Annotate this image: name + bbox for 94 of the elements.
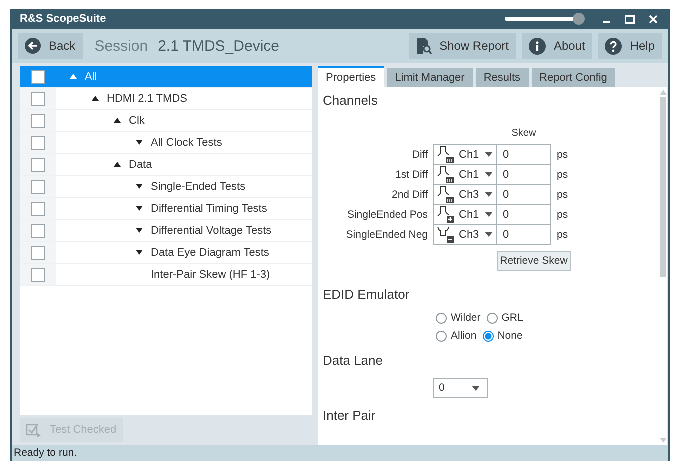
window-title: R&S ScopeSuite xyxy=(20,13,108,25)
tab[interactable]: Limit Manager xyxy=(387,68,473,87)
skew-input[interactable]: 0 xyxy=(497,144,551,165)
tree-item-label: All xyxy=(85,70,98,82)
retrieve-skew-button[interactable]: Retrieve Skew xyxy=(497,251,571,271)
checked-play-icon xyxy=(26,422,42,438)
checkbox[interactable] xyxy=(31,70,45,84)
checkbox[interactable] xyxy=(31,114,45,128)
toolbar-button[interactable]: About xyxy=(522,33,592,59)
radio-option[interactable]: GRL xyxy=(486,312,524,324)
channel-dropdown[interactable]: Ch1 xyxy=(433,164,497,185)
expand-icon[interactable] xyxy=(136,228,143,233)
signal-icon xyxy=(437,206,455,223)
collapse-icon[interactable] xyxy=(92,96,99,101)
unit-label: ps xyxy=(556,149,570,161)
tab[interactable]: Properties xyxy=(318,66,384,87)
tree-item-label: Inter-Pair Skew (HF 1-3) xyxy=(151,268,270,280)
back-button[interactable]: Back xyxy=(18,33,83,59)
tree-row[interactable]: Inter-Pair Skew (HF 1-3) xyxy=(20,264,312,286)
expand-icon[interactable] xyxy=(136,206,143,211)
dropdown-caret-icon xyxy=(485,212,493,217)
checkbox[interactable] xyxy=(31,180,45,194)
toolbar-button[interactable]: Help xyxy=(598,33,662,59)
tab[interactable]: Results xyxy=(476,68,529,87)
radio-option[interactable]: Wilder xyxy=(436,312,481,324)
checkbox[interactable] xyxy=(31,246,45,260)
data-lane-dropdown[interactable]: 0 xyxy=(433,378,488,398)
checkbox[interactable] xyxy=(31,202,45,216)
session-name: 2.1 TMDS_Device xyxy=(158,38,280,54)
maximize-icon[interactable] xyxy=(625,14,635,24)
checkbox[interactable] xyxy=(31,92,45,106)
signal-icon xyxy=(437,146,455,163)
signal-icon xyxy=(437,186,455,203)
info-icon xyxy=(528,38,546,54)
checkbox[interactable] xyxy=(31,158,45,172)
session-label: Session xyxy=(94,38,148,54)
section-title: Channels xyxy=(323,93,379,108)
tree-item-label: Differential Timing Tests xyxy=(151,202,268,214)
tree-row[interactable]: Differential Timing Tests xyxy=(20,198,312,220)
skew-input[interactable]: 0 xyxy=(497,224,551,245)
checkbox[interactable] xyxy=(31,136,45,150)
field-label: SingleEnded Pos xyxy=(346,209,429,221)
dropdown-caret-icon xyxy=(485,172,493,177)
signal-icon xyxy=(437,226,455,243)
radio-option[interactable]: Allion xyxy=(436,330,477,342)
toolbar-button[interactable]: Show Report xyxy=(408,33,516,59)
close-icon[interactable] xyxy=(649,14,658,24)
field-label: SingleEnded Neg xyxy=(345,229,429,241)
expand-icon[interactable] xyxy=(136,140,143,145)
dropdown-caret-icon xyxy=(472,386,480,390)
channel-dropdown[interactable]: Ch1 xyxy=(433,204,497,225)
tree-item-label: All Clock Tests xyxy=(151,136,222,148)
tree-row[interactable]: Clk xyxy=(20,110,312,132)
tree-item-label: Single-Ended Tests xyxy=(151,180,246,192)
collapse-icon[interactable] xyxy=(114,162,121,167)
report-search-icon xyxy=(416,37,432,55)
checkbox[interactable] xyxy=(31,224,45,238)
expand-icon[interactable] xyxy=(136,184,143,189)
field-label: Diff xyxy=(411,149,429,161)
status-text: Ready to run. xyxy=(12,445,668,461)
tree-row[interactable]: HDMI 2.1 TMDS xyxy=(20,88,312,110)
tree-row[interactable]: Single-Ended Tests xyxy=(20,176,312,198)
tree-row[interactable]: Data Eye Diagram Tests xyxy=(20,242,312,264)
unit-label: ps xyxy=(556,169,570,181)
channel-dropdown[interactable]: Ch1 xyxy=(433,144,497,165)
checkbox[interactable] xyxy=(31,268,45,282)
section-title: EDID Emulator xyxy=(323,287,411,302)
tree-item-label: Data xyxy=(129,158,152,170)
channel-dropdown[interactable]: Ch3 xyxy=(433,224,497,245)
section-title: Data Lane xyxy=(323,353,384,368)
signal-icon xyxy=(437,166,455,183)
radio-option[interactable]: None xyxy=(482,330,523,342)
field-label: 1st Diff xyxy=(394,169,429,181)
tree-item-label: Clk xyxy=(129,114,145,126)
dropdown-caret-icon xyxy=(485,152,493,157)
column-header: Skew xyxy=(510,128,538,139)
unit-label: ps xyxy=(556,229,570,241)
tree-row[interactable]: Data xyxy=(20,154,312,176)
expand-icon[interactable] xyxy=(136,250,143,255)
tree-item-label: HDMI 2.1 TMDS xyxy=(107,92,188,104)
section-title: Inter Pair xyxy=(323,408,377,423)
collapse-icon[interactable] xyxy=(114,118,121,123)
dropdown-caret-icon xyxy=(485,192,493,197)
unit-label: ps xyxy=(556,189,570,201)
tree-item-label: Data Eye Diagram Tests xyxy=(151,246,270,258)
tree-item-label: Differential Voltage Tests xyxy=(151,224,272,236)
channel-dropdown[interactable]: Ch3 xyxy=(433,184,497,205)
tree-row[interactable]: All Clock Tests xyxy=(20,132,312,154)
unit-label: ps xyxy=(556,209,570,221)
help-icon xyxy=(605,38,622,54)
dropdown-caret-icon xyxy=(485,232,493,237)
tab[interactable]: Report Config xyxy=(532,68,616,87)
tree-row[interactable]: Differential Voltage Tests xyxy=(20,220,312,242)
field-label: 2nd Diff xyxy=(391,189,429,201)
